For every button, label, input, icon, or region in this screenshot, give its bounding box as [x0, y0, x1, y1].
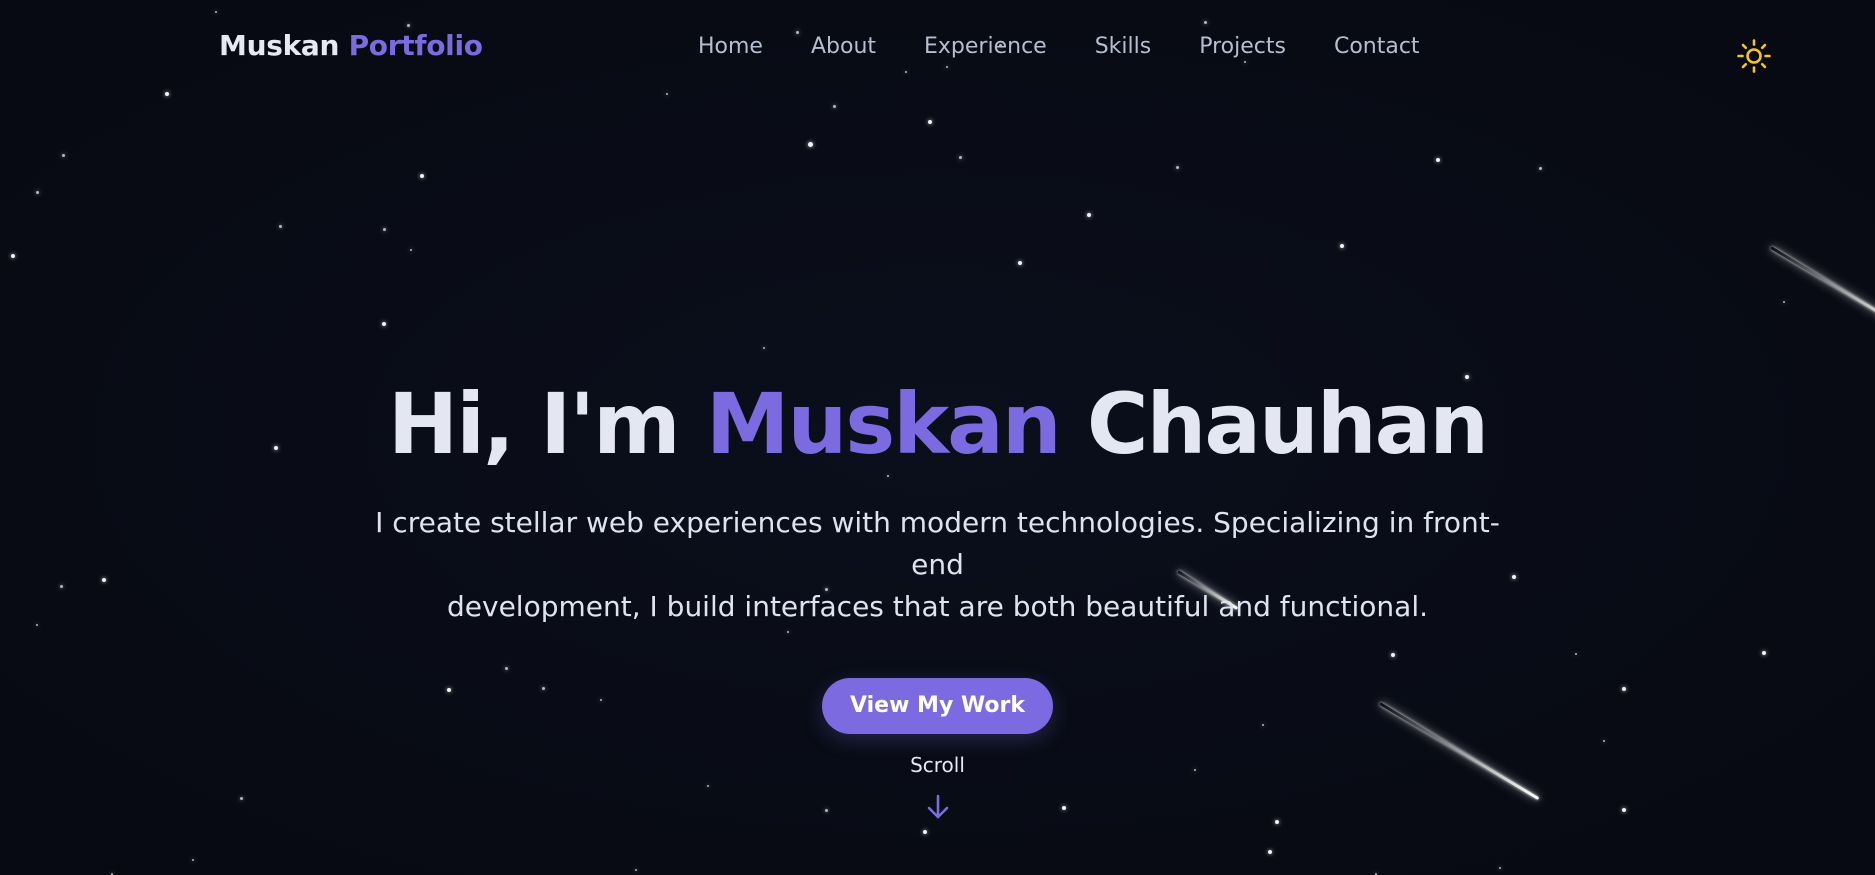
nav-links: Home About Experience Skills Projects Co…: [698, 34, 1468, 59]
star: [382, 322, 386, 326]
star: [1538, 166, 1542, 170]
star: [420, 174, 424, 178]
portfolio-page: Muskan Portfolio Home About Experience S…: [0, 0, 1875, 875]
star: [1268, 850, 1272, 854]
star: [239, 796, 243, 800]
logo-accent: Portfolio: [348, 29, 483, 62]
hero-greeting: Hi, I'm: [387, 375, 681, 473]
star: [824, 808, 828, 812]
arrow-down-icon: [927, 794, 949, 819]
hero-subtitle-line-1: I create stellar web experiences with mo…: [375, 506, 1500, 581]
star: [763, 347, 765, 349]
theme-toggle-button[interactable]: [1736, 38, 1772, 74]
star: [1275, 820, 1279, 824]
star: [192, 859, 194, 861]
star: [35, 190, 39, 194]
star: [1087, 213, 1091, 217]
star: [928, 120, 932, 124]
star: [707, 785, 709, 787]
nav-link-contact[interactable]: Contact: [1334, 34, 1420, 59]
site-logo[interactable]: Muskan Portfolio: [219, 29, 483, 62]
hero-subtitle: I create stellar web experiences with mo…: [368, 502, 1508, 628]
star: [1018, 261, 1022, 265]
hero-title: Hi, I'm Muskan Chauhan: [0, 370, 1875, 478]
star: [1783, 301, 1785, 303]
shooting-star: [1770, 246, 1875, 332]
star: [410, 249, 412, 251]
star: [832, 104, 836, 108]
star: [61, 153, 65, 157]
sun-icon: [1737, 39, 1771, 73]
star: [382, 227, 386, 231]
star: [635, 869, 637, 871]
star: [11, 254, 15, 258]
scroll-down-button[interactable]: [925, 793, 951, 821]
navbar: Muskan Portfolio Home About Experience S…: [0, 0, 1875, 96]
star: [278, 224, 282, 228]
nav-link-projects[interactable]: Projects: [1199, 34, 1286, 59]
hero-name-last: Chauhan: [1086, 375, 1489, 473]
nav-link-experience[interactable]: Experience: [924, 34, 1047, 59]
star: [1499, 867, 1501, 869]
star: [923, 830, 927, 834]
logo-primary: Muskan: [219, 29, 340, 62]
hero-section: Hi, I'm Muskan Chauhan I create stellar …: [0, 370, 1875, 734]
star: [1062, 806, 1066, 810]
scroll-label: Scroll: [910, 753, 965, 777]
view-my-work-button[interactable]: View My Work: [822, 678, 1053, 734]
star: [1603, 740, 1605, 742]
nav-link-home[interactable]: Home: [698, 34, 763, 59]
hero-subtitle-line-2: development, I build interfaces that are…: [447, 590, 1428, 623]
star: [958, 155, 962, 159]
star: [1340, 244, 1344, 248]
star: [1436, 158, 1440, 162]
star: [1622, 808, 1626, 812]
nav-link-skills[interactable]: Skills: [1095, 34, 1152, 59]
nav-link-about[interactable]: About: [811, 34, 876, 59]
star: [807, 141, 813, 147]
hero-name-first: Muskan: [705, 375, 1062, 473]
star: [1175, 165, 1179, 169]
